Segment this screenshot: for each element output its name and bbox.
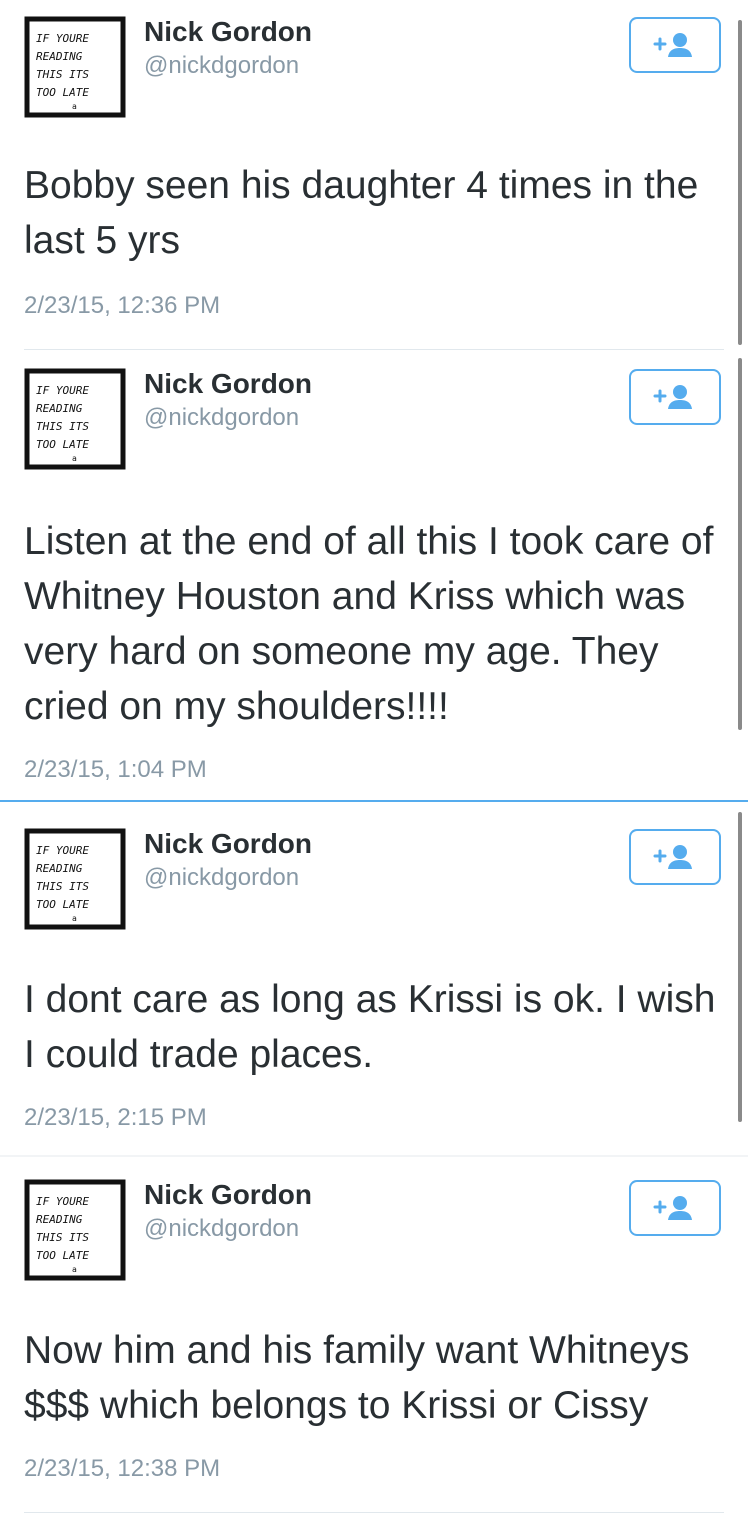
timestamp[interactable]: 2/23/15, 2:15 PM: [24, 1104, 207, 1132]
avatar[interactable]: IF YOURE READING THIS ITS TOO LATE a: [24, 16, 126, 118]
avatar-mark: a: [72, 454, 77, 463]
avatar-mark: a: [72, 914, 77, 923]
tweet-text: Listen at the end of all this I took car…: [24, 520, 714, 728]
tweet-2[interactable]: IF YOURE READING THIS ITS TOO LATE a Nic…: [0, 352, 748, 800]
tweet-text: Now him and his family want Whitneys $$$…: [24, 1329, 690, 1427]
timestamp[interactable]: 2/23/15, 12:36 PM: [24, 292, 220, 320]
avatar-line-4: TOO LATE: [36, 898, 89, 911]
avatar-line-3: THIS ITS: [36, 68, 89, 81]
username[interactable]: @nickdgordon: [144, 52, 299, 80]
follow-button[interactable]: [629, 369, 721, 425]
username[interactable]: @nickdgordon: [144, 864, 299, 892]
follow-person-plus-icon: [653, 33, 692, 57]
display-name[interactable]: Nick Gordon: [144, 368, 312, 400]
follow-button[interactable]: [629, 17, 721, 73]
tweet-1[interactable]: IF YOURE READING THIS ITS TOO LATE a Nic…: [0, 0, 748, 350]
selection-divider: [0, 800, 748, 802]
divider: [24, 349, 724, 350]
follow-person-plus-icon: [653, 845, 692, 869]
avatar-line-2: READING: [36, 50, 83, 63]
divider: [0, 1155, 748, 1157]
avatar-line-4: TOO LATE: [36, 86, 89, 99]
avatar-line-4: TOO LATE: [36, 438, 89, 451]
avatar-line-4: TOO LATE: [36, 1249, 89, 1262]
scrollbar[interactable]: [738, 20, 742, 345]
timestamp[interactable]: 2/23/15, 12:38 PM: [24, 1455, 220, 1483]
avatar-mark: a: [72, 1265, 77, 1274]
tweet-text: Bobby seen his daughter 4 times in the l…: [24, 164, 699, 262]
avatar[interactable]: IF YOURE READING THIS ITS TOO LATE a: [24, 1179, 126, 1281]
avatar-line-2: READING: [36, 402, 83, 415]
username[interactable]: @nickdgordon: [144, 404, 299, 432]
tweet-4[interactable]: IF YOURE READING THIS ITS TOO LATE a Nic…: [0, 1163, 748, 1516]
display-name[interactable]: Nick Gordon: [144, 1179, 312, 1211]
display-name[interactable]: Nick Gordon: [144, 828, 312, 860]
follow-button[interactable]: [629, 1180, 721, 1236]
username[interactable]: @nickdgordon: [144, 1215, 299, 1243]
display-name[interactable]: Nick Gordon: [144, 16, 312, 48]
scrollbar[interactable]: [738, 812, 742, 1122]
avatar-line-2: READING: [36, 1213, 83, 1226]
avatar-line-1: IF YOURE: [36, 384, 89, 397]
avatar[interactable]: IF YOURE READING THIS ITS TOO LATE a: [24, 368, 126, 470]
timestamp[interactable]: 2/23/15, 1:04 PM: [24, 756, 207, 784]
avatar-line-3: THIS ITS: [36, 1231, 89, 1244]
tweet-3[interactable]: IF YOURE READING THIS ITS TOO LATE a Nic…: [0, 812, 748, 1152]
follow-person-plus-icon: [653, 385, 692, 409]
tweet-text: I dont care as long as Krissi is ok. I w…: [24, 978, 716, 1076]
divider: [24, 1512, 724, 1513]
avatar-line-1: IF YOURE: [36, 844, 89, 857]
avatar-line-3: THIS ITS: [36, 420, 89, 433]
avatar[interactable]: IF YOURE READING THIS ITS TOO LATE a: [24, 828, 126, 930]
follow-button[interactable]: [629, 829, 721, 885]
avatar-mark: a: [72, 102, 77, 111]
avatar-line-1: IF YOURE: [36, 1195, 89, 1208]
scrollbar[interactable]: [738, 358, 742, 730]
avatar-line-2: READING: [36, 862, 83, 875]
follow-person-plus-icon: [653, 1196, 692, 1220]
avatar-line-3: THIS ITS: [36, 880, 89, 893]
avatar-line-1: IF YOURE: [36, 32, 89, 45]
